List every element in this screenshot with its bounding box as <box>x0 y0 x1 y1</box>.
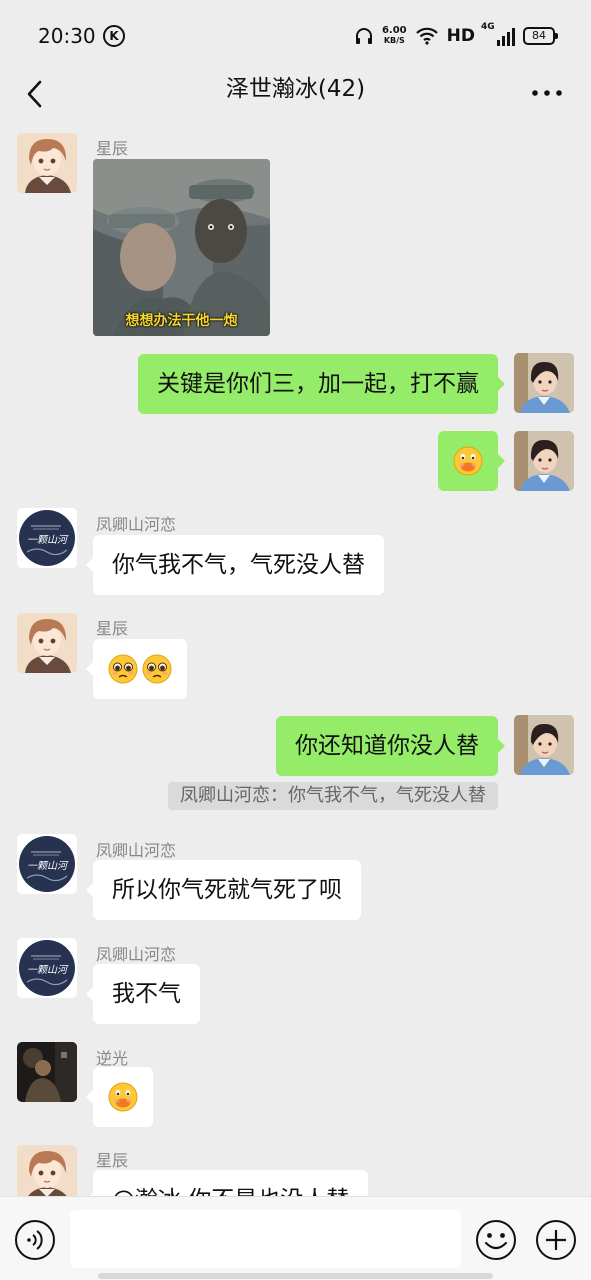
status-icons: 6.00 KB/S HD 4G 84 <box>354 22 558 50</box>
avatar[interactable] <box>17 1145 77 1196</box>
network-type: 4G <box>481 22 495 32</box>
quoted-message[interactable]: 凤卿山河恋：你气我不气，气死没人替 <box>168 782 498 810</box>
avatar-logo-text: 一颗山河 <box>27 861 67 872</box>
message-row: 星辰 @瀚冰 你不是也没人替 <box>0 1136 591 1196</box>
message-row: 逆光 <box>0 1032 591 1136</box>
speed-unit: KB/S <box>383 36 405 45</box>
avatar[interactable] <box>17 1042 77 1102</box>
avatar[interactable] <box>17 613 77 673</box>
message-row: 星辰 <box>0 608 591 712</box>
avatar[interactable]: 一颗山河 <box>17 508 77 568</box>
message-row <box>0 420 591 498</box>
wifi-icon <box>415 27 438 45</box>
image-caption: 想想办法干他一炮 <box>125 313 238 329</box>
avatar[interactable]: 一颗山河 <box>17 938 77 998</box>
message-row: 一颗山河 凤卿山河恋 所以你气死就气死了呗 <box>0 824 591 928</box>
message-bubble[interactable]: 所以你气死就气死了呗 <box>86 860 361 920</box>
battery-icon: 84 <box>523 27 558 45</box>
avatar[interactable] <box>514 353 574 413</box>
image-message[interactable]: 想想办法干他一炮 <box>93 159 270 336</box>
plus-icon[interactable] <box>535 1219 577 1261</box>
sender-name: 凤卿山河恋 <box>96 841 177 860</box>
chat-title: 泽世瀚冰(42) <box>225 76 366 102</box>
emoji-bubble[interactable] <box>438 431 505 491</box>
sender-name: 凤卿山河恋 <box>96 945 177 964</box>
emoji-icon[interactable] <box>475 1219 517 1261</box>
avatar-logo-text: 一颗山河 <box>27 535 67 546</box>
pleading-emoji-icon <box>107 653 139 685</box>
sender-name: 凤卿山河恋 <box>96 515 177 534</box>
sender-name: 星辰 <box>96 1151 129 1170</box>
emoji-bubble[interactable] <box>86 639 187 699</box>
message-bubble[interactable]: 你气我不气，气死没人替 <box>86 535 384 595</box>
headphones-icon <box>355 28 372 44</box>
avatar[interactable] <box>514 715 574 775</box>
avatar[interactable]: 一颗山河 <box>17 834 77 894</box>
sender-name: 星辰 <box>96 619 129 638</box>
status-time: 20:30 <box>38 24 96 48</box>
message-bubble[interactable]: 关键是你们三，加一起，打不赢 <box>138 354 505 414</box>
message-row: 星辰 想想办法干他一炮 <box>0 124 591 340</box>
message-bubble[interactable]: @瀚冰 你不是也没人替 <box>85 1170 369 1196</box>
sender-name: 逆光 <box>96 1049 129 1068</box>
emoji-bubble[interactable] <box>86 1067 153 1127</box>
nav-bar: 泽世瀚冰(42) <box>0 62 591 124</box>
sender-name: 星辰 <box>96 139 129 158</box>
message-bubble[interactable]: 我不气 <box>86 964 200 1024</box>
k-badge-icon: K <box>103 25 125 47</box>
message-bubble[interactable]: 你还知道你没人替 <box>276 716 505 776</box>
mouth-covered-emoji-icon <box>452 445 484 477</box>
speed-value: 6.00 <box>381 25 407 36</box>
input-bar <box>0 1196 591 1280</box>
voice-icon[interactable] <box>14 1219 56 1261</box>
chat-area[interactable]: 星辰 想想办法干他一炮 关键是你们三，加一起，打不赢 一颗山河 凤卿山河恋 你气… <box>0 124 591 1196</box>
message-input[interactable] <box>70 1210 461 1268</box>
pleading-emoji-icon <box>141 653 173 685</box>
mouth-covered-emoji-icon <box>107 1081 139 1113</box>
more-icon[interactable] <box>527 78 567 108</box>
avatar[interactable] <box>514 431 574 491</box>
signal-icon: 4G <box>481 22 515 46</box>
avatar-logo-text: 一颗山河 <box>27 965 67 976</box>
message-row: 关键是你们三，加一起，打不赢 <box>0 340 591 420</box>
network-speed: 6.00 KB/S <box>382 26 407 46</box>
hd-label: HD <box>446 26 475 46</box>
message-row: 一颗山河 凤卿山河恋 你气我不气，气死没人替 <box>0 498 591 608</box>
avatar[interactable] <box>17 133 77 193</box>
message-row: 你还知道你没人替 凤卿山河恋：你气我不气，气死没人替 <box>0 712 591 822</box>
home-indicator <box>98 1273 493 1279</box>
message-row: 一颗山河 凤卿山河恋 我不气 <box>0 928 591 1032</box>
